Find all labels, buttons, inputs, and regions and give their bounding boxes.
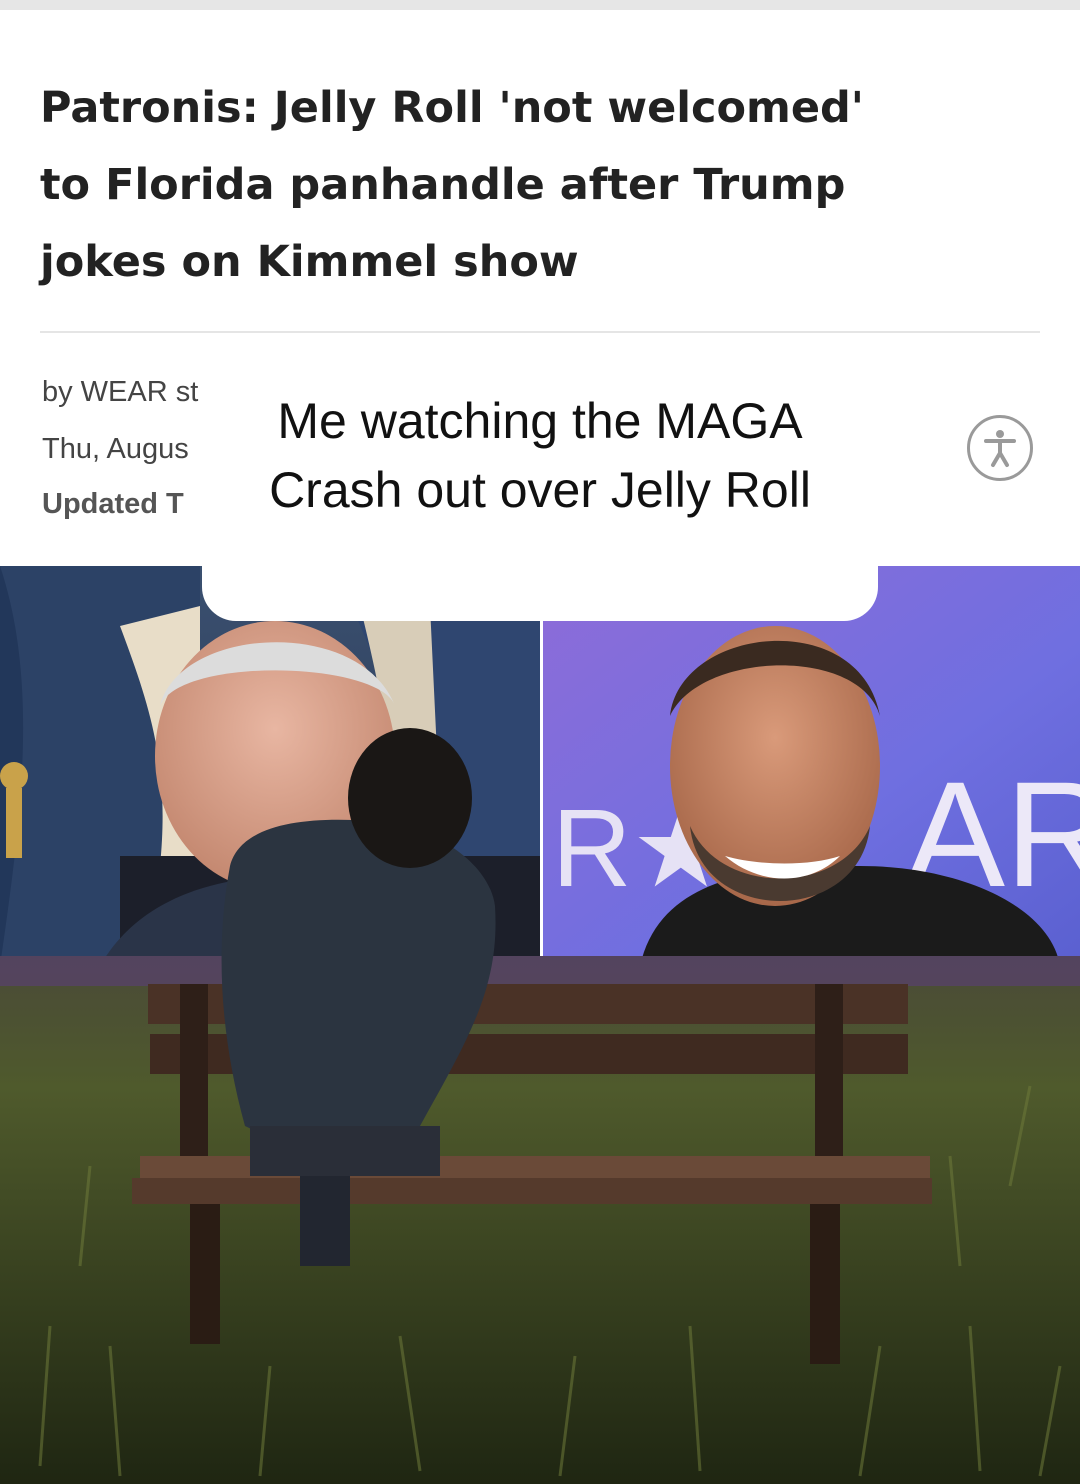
accessibility-button[interactable]: [967, 415, 1033, 481]
publish-date: Thu, Augus: [42, 433, 189, 465]
headline-line: to Florida panhandle after Trump: [40, 160, 846, 210]
headline-line: jokes on Kimmel show: [40, 237, 579, 287]
curtain-tassel: [0, 762, 28, 790]
accessibility-icon: [984, 430, 1016, 467]
article-photo: R★S ARC: [0, 566, 1080, 1484]
caption-line-2: Crash out over Jelly Roll: [269, 462, 811, 518]
top-edge: [0, 0, 1080, 10]
caption-overlay: Me watching the MAGA Crash out over Jell…: [202, 366, 878, 621]
updated-date: Updated T: [42, 488, 184, 520]
caption-line-1: Me watching the MAGA: [277, 393, 803, 449]
byline: by WEAR st: [42, 376, 199, 408]
headline-divider: [40, 331, 1040, 333]
headline-line: Patronis: Jelly Roll 'not welcomed': [40, 83, 864, 133]
article-headline: Patronis: Jelly Roll 'not welcomed' to F…: [40, 70, 1040, 301]
